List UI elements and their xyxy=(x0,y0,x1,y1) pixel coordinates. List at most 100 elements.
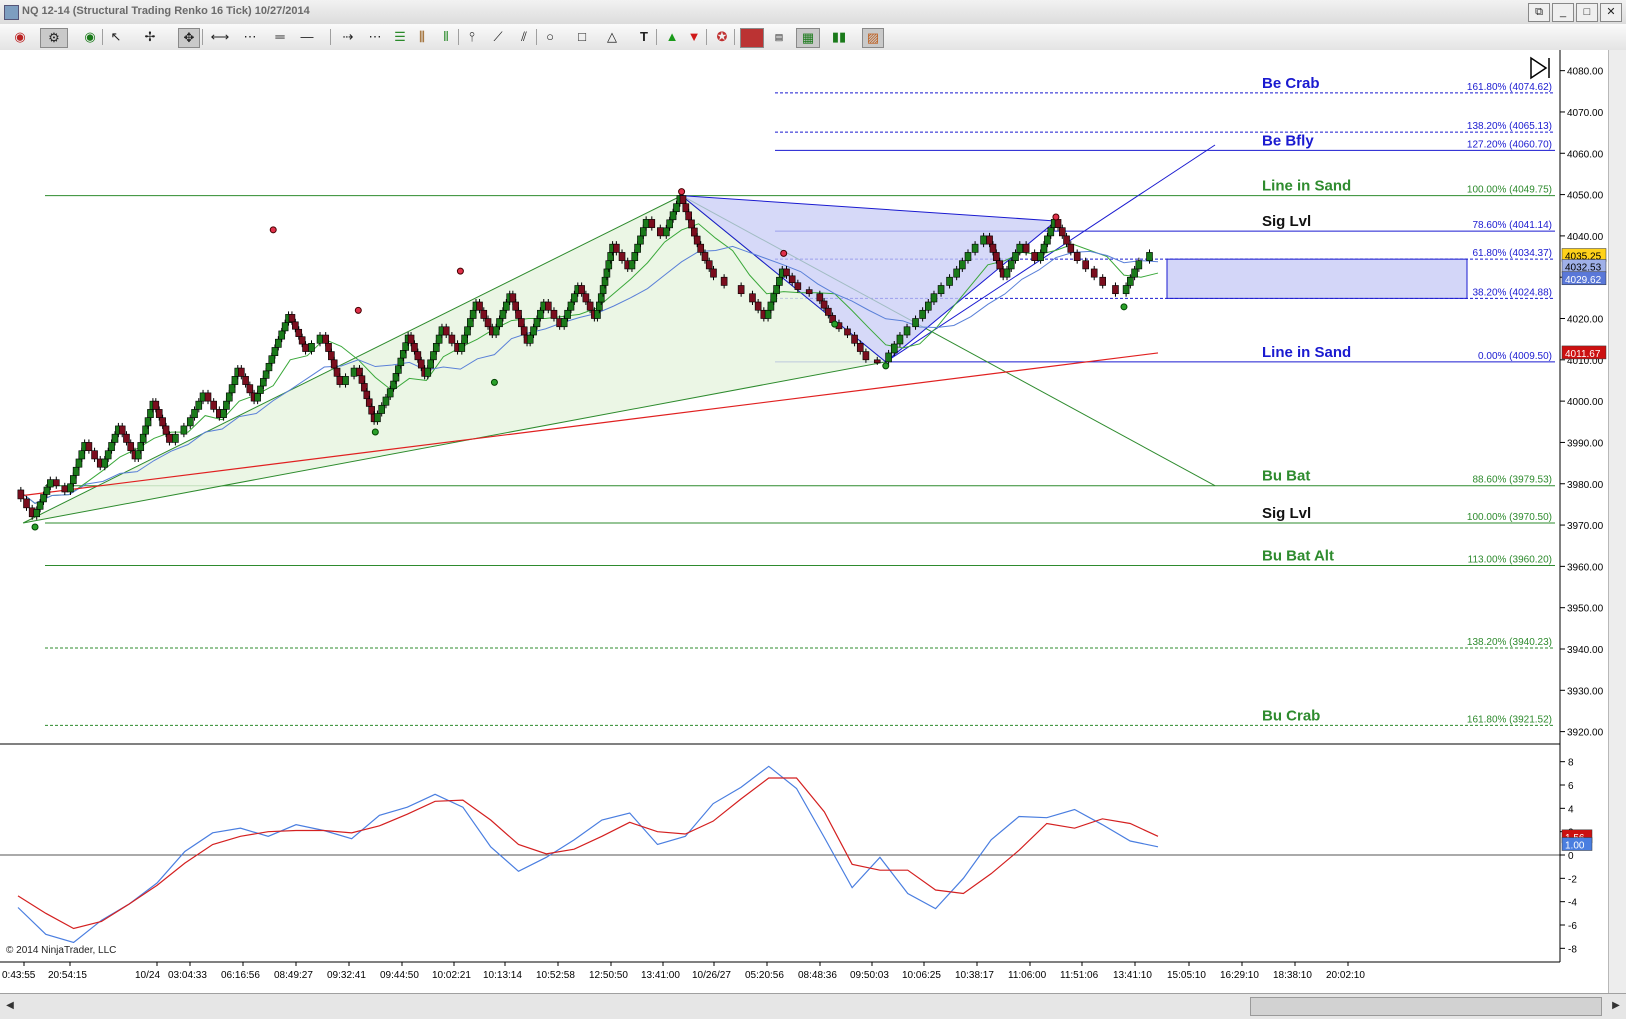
level-ratio-label: 100.00% (4049.75) xyxy=(1467,185,1552,196)
candle-body xyxy=(666,219,673,229)
candle-body xyxy=(496,318,503,328)
data-eye-icon[interactable]: ◉ xyxy=(80,28,100,46)
candle-body xyxy=(259,378,267,387)
candle-body xyxy=(515,309,522,319)
line-style-icon[interactable]: ⋯ xyxy=(236,28,264,46)
candle-body xyxy=(571,293,578,303)
x-tick-label: 11:51:06 xyxy=(1060,970,1099,981)
scroll-left-icon[interactable]: ◀ xyxy=(3,998,17,1014)
candle-body xyxy=(104,450,112,460)
fib-extension-icon[interactable]: ☰ xyxy=(390,28,410,46)
gann-fan-icon[interactable]: ⫯ xyxy=(462,28,482,46)
crosshair-icon[interactable]: ✢ xyxy=(140,28,160,46)
candle-body xyxy=(873,359,881,364)
properties-icon[interactable]: ▨ xyxy=(862,28,884,48)
level-ratio-label: 88.60% (3979.53) xyxy=(1472,475,1552,486)
candle-body xyxy=(298,336,306,345)
candle-body xyxy=(754,301,762,311)
candle-body xyxy=(1044,235,1051,245)
candle-body xyxy=(281,322,289,332)
x-tick-label: 08:48:36 xyxy=(798,970,837,981)
horizontal-scrollbar[interactable]: ◀ ▶ xyxy=(0,993,1626,1019)
regression-channel-icon[interactable]: ⟋ xyxy=(488,28,508,46)
pointer-icon[interactable]: ↖ xyxy=(106,28,126,46)
candle-body xyxy=(1082,260,1089,270)
y-tick-label: 3970.00 xyxy=(1567,521,1604,532)
x-tick-label: 16:29:10 xyxy=(1220,970,1259,981)
candle-body xyxy=(980,235,987,245)
scroll-thumb[interactable] xyxy=(1250,997,1602,1016)
ellipse-icon[interactable]: ○ xyxy=(540,28,560,46)
restore-button[interactable]: ⧉ xyxy=(1528,3,1550,22)
eye-icon[interactable]: ◉ xyxy=(10,28,30,46)
osc-y-tick-label: -6 xyxy=(1568,921,1577,932)
candle-body xyxy=(930,293,938,303)
candle-body xyxy=(417,359,425,369)
candle-body xyxy=(220,409,227,418)
candle-body xyxy=(767,301,775,311)
candle-body xyxy=(805,289,813,295)
andrews-pitchfork-icon[interactable]: ⫴ xyxy=(436,28,456,46)
bar-spacing-icon[interactable]: ⟷ xyxy=(206,28,234,46)
copyright-text: © 2014 NinjaTrader, LLC xyxy=(6,945,116,956)
fib-time-icon[interactable]: ⫼ xyxy=(412,28,432,46)
maximize-button[interactable]: □ xyxy=(1576,3,1598,22)
candle-body xyxy=(1031,252,1038,261)
misc-draw-icon[interactable]: ⫽ xyxy=(514,28,534,46)
osc-y-tick-label: -4 xyxy=(1568,898,1577,909)
data-box-icon[interactable]: ▤ xyxy=(768,28,790,46)
x-tick-label: 10:02:21 xyxy=(432,970,471,981)
candle-body xyxy=(764,309,772,319)
indicators-icon[interactable]: ▦ xyxy=(796,28,820,48)
candle-body xyxy=(374,413,381,423)
x-tick-label: 05:20:56 xyxy=(745,970,784,981)
candle-body xyxy=(336,376,344,385)
text-icon[interactable]: T xyxy=(634,28,654,46)
x-tick-label: 10:13:14 xyxy=(483,970,522,981)
candle-body xyxy=(509,293,517,303)
chart-svg[interactable]: 161.80% (4074.62) Be Crab 138.20% (4065.13… xyxy=(0,50,1626,993)
minimize-button[interactable]: _ xyxy=(1552,3,1574,22)
scroll-right-icon[interactable]: ▶ xyxy=(1609,998,1623,1014)
ray-icon[interactable]: ⇢ xyxy=(334,28,362,46)
candle-body xyxy=(238,367,245,377)
candle-body xyxy=(697,243,705,253)
chart-trader-icon[interactable] xyxy=(740,28,764,48)
instrument-icon[interactable]: ⚙ xyxy=(40,28,68,48)
candle-body xyxy=(851,334,858,344)
fib-retracement-icon[interactable]: ⋯ xyxy=(364,28,386,46)
candle-style-icon[interactable]: ▮▮ xyxy=(826,28,852,46)
y-tick-label: 3950.00 xyxy=(1567,604,1604,615)
candle-body xyxy=(691,227,698,237)
candle-body xyxy=(210,400,217,410)
candle-body xyxy=(720,276,728,286)
level-ratio-label: 161.80% (3921.52) xyxy=(1467,714,1552,725)
candle-body xyxy=(101,458,109,468)
candle-body xyxy=(1073,252,1081,261)
candle-body xyxy=(278,330,286,340)
draw-line-icon[interactable]: — xyxy=(296,28,318,46)
level-ratio-label: 100.00% (3970.50) xyxy=(1467,512,1552,523)
rectangle-icon[interactable]: □ xyxy=(572,28,592,46)
y-tick-label: 4040.00 xyxy=(1567,232,1604,243)
close-button[interactable]: ✕ xyxy=(1600,3,1622,22)
arrow-up-icon[interactable]: ▲ xyxy=(662,28,682,46)
line-width-icon[interactable]: ═ xyxy=(266,28,294,46)
candle-body xyxy=(484,318,492,328)
pan-icon[interactable]: ✥ xyxy=(178,28,200,48)
strategies-icon[interactable]: ✪ xyxy=(712,28,732,46)
chart-area[interactable]: 161.80% (4074.62) Be Crab 138.20% (4065.13… xyxy=(0,50,1626,993)
triangle-icon[interactable]: △ xyxy=(602,28,622,46)
x-tick-label: 20:54:15 xyxy=(48,970,87,981)
candle-body xyxy=(123,433,130,443)
candle-body xyxy=(685,211,692,221)
candle-body xyxy=(986,235,993,245)
candle-body xyxy=(330,359,338,369)
candle-body xyxy=(1058,227,1066,237)
vertical-scrollbar[interactable] xyxy=(1608,50,1626,993)
candle-body xyxy=(631,252,639,261)
arrow-down-icon[interactable]: ▼ xyxy=(684,28,704,46)
candle-body xyxy=(47,479,54,488)
candle-body xyxy=(378,404,385,414)
candle-body xyxy=(43,486,51,495)
